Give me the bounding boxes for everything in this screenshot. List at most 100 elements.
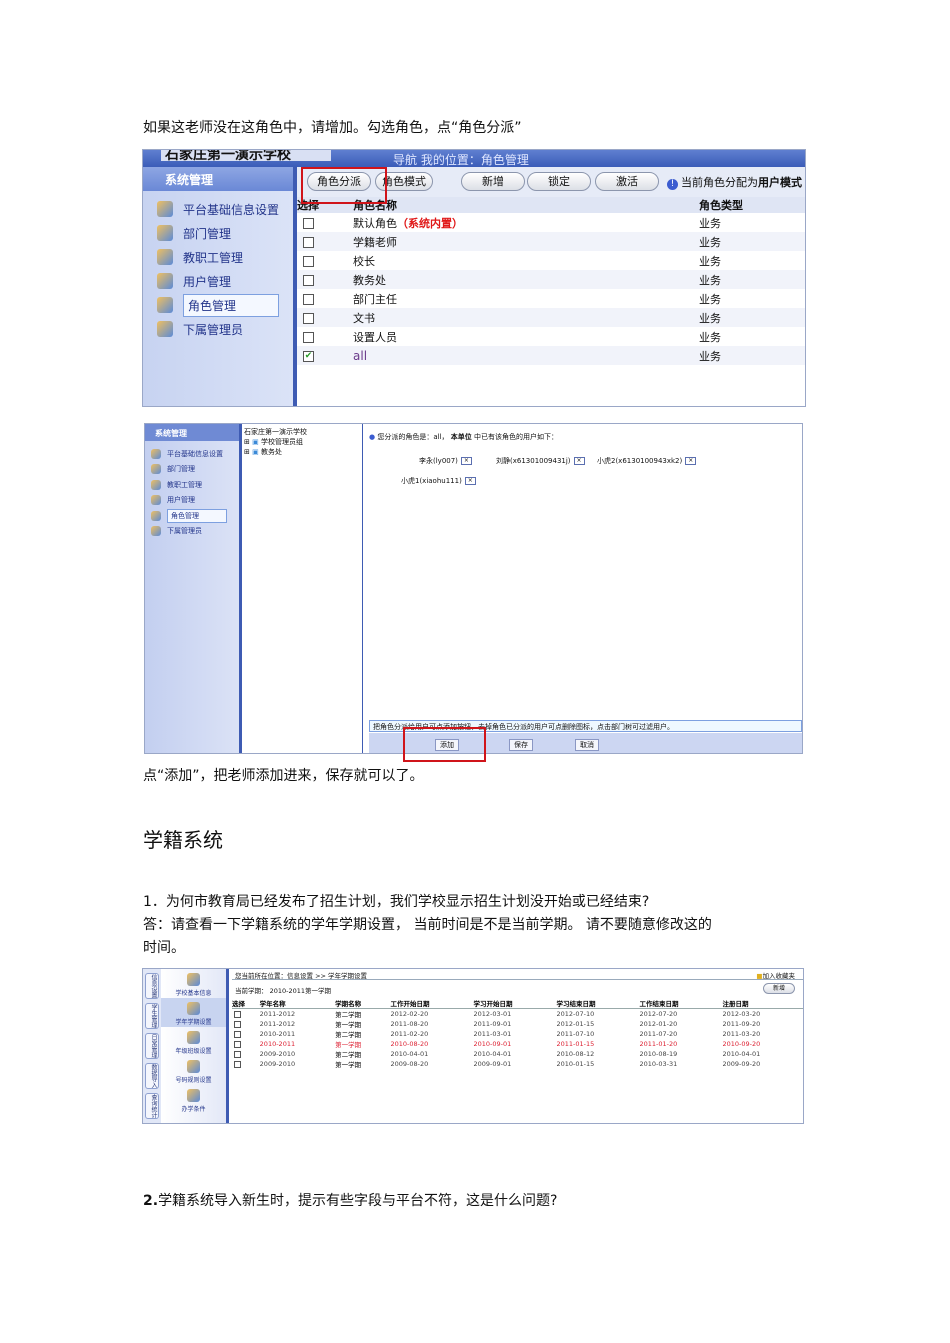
sidebar-item[interactable]: 用户管理 bbox=[143, 269, 293, 293]
side-tab[interactable]: 查询统计 bbox=[145, 1093, 159, 1119]
table-row: 部门主任 业务 bbox=[297, 289, 805, 308]
row-checkbox[interactable] bbox=[303, 236, 314, 248]
menu-icon bbox=[157, 225, 173, 241]
sidebar-item[interactable]: 下属管理员 bbox=[145, 524, 239, 540]
tree-node[interactable]: ⊞ ▣ 教务处 bbox=[244, 447, 360, 457]
menu-icon bbox=[157, 297, 173, 313]
vertical-tabs: 信息设置学生管理日常管理数据导入查询统计 bbox=[143, 969, 161, 1123]
side-tab[interactable]: 数据导入 bbox=[145, 1063, 159, 1089]
favorite-link[interactable]: ■加入收藏夹 bbox=[756, 970, 795, 980]
column-header: 学习开始日期 bbox=[473, 998, 557, 1009]
table-cell: 2011-2012 bbox=[259, 1010, 296, 1018]
role-name: 文书 bbox=[353, 311, 375, 325]
row-checkbox[interactable] bbox=[303, 293, 314, 305]
tree-root[interactable]: 石家庄第一演示学校 bbox=[244, 427, 360, 437]
row-checkbox[interactable] bbox=[234, 1060, 241, 1068]
sidebar-item[interactable]: 下属管理员 bbox=[143, 317, 293, 341]
sidebar-item[interactable]: 部门管理 bbox=[145, 462, 239, 478]
sidebar-item[interactable]: 平台基础信息设置 bbox=[143, 197, 293, 221]
role-type: 业务 bbox=[699, 216, 721, 230]
side-tab[interactable]: 日常管理 bbox=[145, 1033, 159, 1059]
save-button[interactable]: 保存 bbox=[509, 739, 533, 751]
table-row: 学籍老师 业务 bbox=[297, 232, 805, 251]
table-cell: 第二学期 bbox=[335, 1031, 362, 1039]
row-checkbox[interactable]: ✔ bbox=[303, 350, 314, 362]
nav-item[interactable]: 学年学期设置 bbox=[161, 998, 226, 1027]
menu-icon bbox=[151, 479, 161, 490]
builtin-tag: （系统内置） bbox=[397, 216, 463, 230]
row-checkbox[interactable] bbox=[303, 217, 314, 229]
new-button[interactable]: 新增 bbox=[763, 983, 795, 994]
nav-item[interactable]: 年级班级设置 bbox=[161, 1027, 226, 1056]
row-checkbox[interactable] bbox=[303, 255, 314, 267]
question-2: 2.学籍系统导入新生时，提示有些字段与平台不符，这是什么问题? bbox=[143, 1193, 558, 1209]
table-cell: 第一学期 bbox=[335, 1021, 362, 1029]
nav-label: 学校基本信息 bbox=[175, 990, 212, 997]
row-checkbox[interactable] bbox=[303, 312, 314, 324]
table-row: 2009-2010 第二学期 2010-04-01 2010-04-01 2010-08… bbox=[232, 1049, 803, 1059]
remove-icon[interactable]: × bbox=[685, 457, 697, 465]
remove-icon[interactable]: × bbox=[464, 477, 476, 485]
table-cell: 第二学期 bbox=[335, 1051, 362, 1059]
row-checkbox[interactable] bbox=[234, 1040, 241, 1048]
sidebar-item[interactable]: 用户管理 bbox=[145, 493, 239, 509]
table-cell: 2009-08-20 bbox=[390, 1060, 429, 1068]
nav-item[interactable]: 办学条件 bbox=[161, 1085, 226, 1114]
sidebar-item[interactable]: 教职工管理 bbox=[143, 245, 293, 269]
user-chip: 小虎1(xiaohu111) × bbox=[401, 476, 476, 486]
sidebar: 系统管理 平台基础信息设置 部门管理 教职工管理 用户管理 角色管理 下属管理员 bbox=[143, 167, 293, 406]
table-cell: 2011-01-20 bbox=[639, 1040, 678, 1048]
sidebar-item[interactable]: 角色管理 bbox=[143, 293, 293, 317]
hint-mode: 用户模式 bbox=[758, 176, 802, 189]
intro-text: 如果这老师没在这角色中，请增加。勾选角色，点“角色分派” bbox=[143, 120, 522, 136]
table-cell: 2009-2010 bbox=[259, 1060, 296, 1068]
new-button[interactable]: 新增 bbox=[461, 172, 525, 191]
table-cell: 2009-09-20 bbox=[722, 1060, 761, 1068]
col-role-name: 角色名称 bbox=[353, 197, 699, 213]
menu-icon bbox=[151, 510, 161, 521]
tree-node[interactable]: ⊞ ▣ 学校管理员组 bbox=[244, 437, 360, 447]
cancel-button[interactable]: 取消 bbox=[575, 739, 599, 751]
current-term: 当前学期： 2010-2011第一学期 新增 bbox=[232, 980, 803, 998]
row-checkbox[interactable] bbox=[234, 1020, 241, 1028]
table-cell: 2011-08-20 bbox=[390, 1020, 429, 1028]
row-checkbox[interactable] bbox=[303, 331, 314, 343]
row-checkbox[interactable] bbox=[303, 274, 314, 286]
table-row: 2011-2012 第二学期 2012-02-20 2012-03-01 2012-07… bbox=[232, 1009, 803, 1019]
sidebar-item[interactable]: 部门管理 bbox=[143, 221, 293, 245]
nav-label: 学年学期设置 bbox=[175, 1019, 212, 1026]
activate-button[interactable]: 激活 bbox=[595, 172, 659, 191]
nav-label: 号码规则设置 bbox=[175, 1077, 212, 1084]
nav-item[interactable]: 学校基本信息 bbox=[161, 969, 226, 998]
nav-item[interactable]: 号码规则设置 bbox=[161, 1056, 226, 1085]
side-tab[interactable]: 信息设置 bbox=[145, 973, 159, 999]
sidebar-item[interactable]: 教职工管理 bbox=[145, 477, 239, 493]
table-cell: 2011-07-20 bbox=[639, 1030, 678, 1038]
remove-icon[interactable]: × bbox=[573, 457, 585, 465]
row-checkbox[interactable] bbox=[234, 1050, 241, 1058]
row-checkbox[interactable] bbox=[234, 1010, 241, 1018]
question-1: 1．为何市教育局已经发布了招生计划，我们学校显示招生计划没开始或已经结束? bbox=[143, 894, 650, 910]
role-type: 业务 bbox=[699, 308, 805, 327]
side-tab[interactable]: 学生管理 bbox=[145, 1003, 159, 1029]
role-management-screenshot: 石家庄第一演示学校 导航 我的位置：角色管理 系统管理 平台基础信息设置 部门管理… bbox=[142, 149, 806, 407]
lock-button[interactable]: 锁定 bbox=[527, 172, 591, 191]
role-name: all bbox=[353, 348, 368, 363]
sidebar-item[interactable]: 角色管理 bbox=[145, 508, 239, 524]
sidebar-item-label: 下属管理员 bbox=[183, 322, 244, 337]
column-header: 学期名称 bbox=[335, 998, 391, 1009]
sidebar-item[interactable]: 平台基础信息设置 bbox=[145, 446, 239, 462]
table-cell: 2010-04-01 bbox=[390, 1050, 429, 1058]
remove-icon[interactable]: × bbox=[460, 457, 472, 465]
sidebar-title: 系统管理 bbox=[145, 424, 239, 441]
row-checkbox[interactable] bbox=[234, 1030, 241, 1038]
table-cell: 2010-01-15 bbox=[556, 1060, 595, 1068]
info-icon: ● bbox=[369, 433, 376, 441]
table-cell: 2011-09-20 bbox=[722, 1020, 761, 1028]
role-table: 选择 角色名称 角色类型 默认角色（系统内置） 业务 学籍老师 业务 校长 业务 教务处 业务… bbox=[297, 197, 805, 365]
table-row: ✔ all 业务 bbox=[297, 346, 805, 365]
column-header: 注册日期 bbox=[722, 998, 803, 1009]
nav-label: 办学条件 bbox=[181, 1106, 206, 1113]
table-cell: 2010-04-01 bbox=[473, 1050, 512, 1058]
role-assign-screenshot: 系统管理 平台基础信息设置 部门管理 教职工管理 用户管理 角色管理 下属管理员 石家庄第… bbox=[144, 423, 803, 754]
